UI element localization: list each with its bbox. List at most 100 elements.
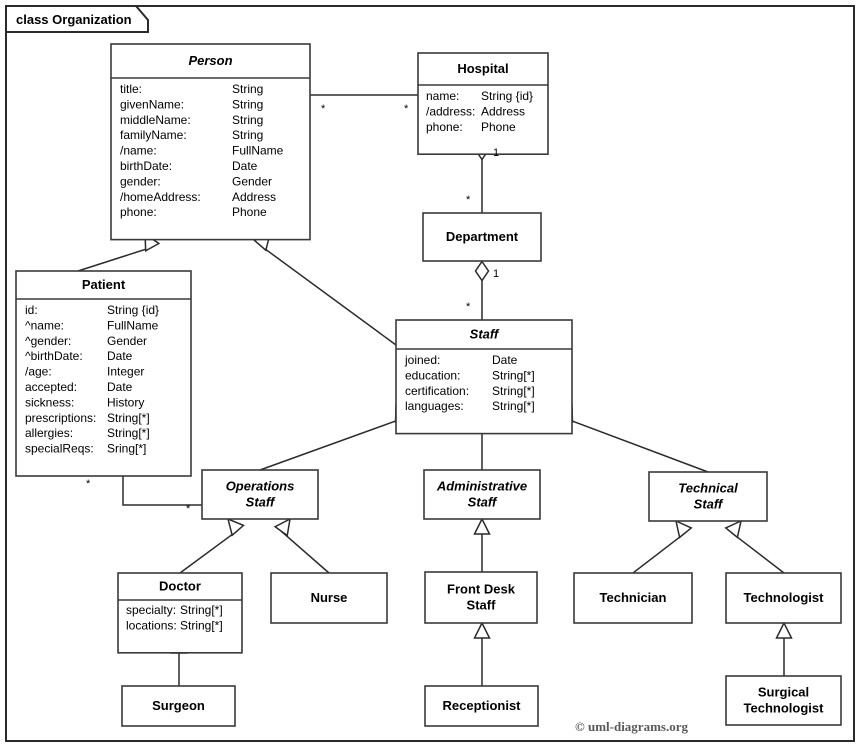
attribute-type: Date — [232, 159, 258, 173]
class-box-surgeon[interactable]: Surgeon — [121, 685, 236, 727]
copyright-notice: © uml-diagrams.org — [575, 719, 688, 734]
generalization-technician-technical[interactable] — [632, 516, 693, 574]
class-name: Staff — [470, 327, 500, 342]
attribute-name: accepted: — [25, 380, 77, 394]
attribute-name: /homeAddress: — [120, 190, 201, 204]
generalization-doctor-operations[interactable] — [179, 514, 245, 574]
generalization-line — [77, 246, 153, 272]
uml-class-diagram: class Organization Person title: String giv… — [0, 0, 860, 747]
attribute-name: phone: — [120, 205, 157, 219]
attribute-name: sickness: — [25, 395, 74, 409]
attribute-type: FullName — [232, 144, 284, 158]
attribute-type: String[*] — [107, 426, 150, 440]
class-box-technician[interactable]: Technician — [573, 572, 693, 624]
class-box-technologist[interactable]: Technologist — [725, 572, 842, 624]
attribute-name: id: — [25, 303, 38, 317]
attribute-type: String — [232, 113, 263, 127]
generalization-line — [259, 244, 397, 346]
generalization-frontdesk-administrative[interactable] — [473, 517, 491, 572]
class-name: Person — [188, 53, 232, 68]
generalization-line — [731, 532, 785, 574]
attribute-type: String[*] — [492, 384, 535, 398]
attribute-type: String {id} — [481, 89, 533, 103]
class-box-department[interactable]: Department — [422, 212, 542, 262]
attribute-name: joined: — [404, 353, 440, 367]
attribute-name: /name: — [120, 144, 157, 158]
class-box-staff[interactable]: Staff joined: Date education: String[*] certi… — [395, 319, 573, 435]
class-name: Technician — [600, 590, 667, 605]
class-name: Administrative — [436, 479, 527, 494]
class-name: Front Desk — [447, 582, 516, 597]
attribute-type: Phone — [232, 205, 267, 219]
multiplicity-label: 1 — [493, 268, 499, 280]
multiplicity-label: * — [466, 194, 471, 206]
multiplicity-label: 1 — [493, 147, 499, 159]
class-box-doctor[interactable]: Doctor specialty: String[*]locations: Strin… — [117, 572, 243, 654]
class-layer: Person title: String givenName: String middle… — [15, 43, 842, 727]
attribute-name: middleName: — [120, 113, 191, 127]
attribute-name: birthDate: — [120, 159, 172, 173]
class-name: Staff — [246, 495, 276, 510]
attribute-name: gender: — [120, 174, 161, 188]
class-box-receptionist[interactable]: Receptionist — [424, 685, 539, 727]
class-name: Department — [446, 229, 519, 244]
attribute-name: allergies: — [25, 426, 73, 440]
attribute-name: givenName: — [120, 97, 184, 111]
attribute-name: education: — [405, 368, 460, 382]
class-box-person[interactable]: Person title: String givenName: String middle… — [110, 43, 311, 241]
attribute-type: History — [107, 395, 144, 409]
generalization-arrow-icon — [473, 517, 491, 535]
attribute-name: languages: — [405, 399, 464, 413]
attribute-name: locations: — [126, 618, 177, 632]
attribute-type: Address — [232, 190, 276, 204]
class-name: Nurse — [311, 590, 348, 605]
attribute-name: specialReqs: — [25, 442, 94, 456]
class-box-hospital[interactable]: Hospital name: String {id} /address: Address… — [417, 52, 549, 155]
class-box-nurse[interactable]: Nurse — [270, 572, 388, 624]
generalization-staff-person[interactable] — [253, 229, 397, 346]
class-name: Technical — [678, 481, 738, 496]
attribute-type: Sring[*] — [107, 442, 146, 456]
class-name: Patient — [82, 277, 126, 292]
class-box-technical_staff[interactable]: TechnicalStaff — [648, 471, 768, 522]
generalization-nurse-operations[interactable] — [273, 515, 330, 574]
generalization-arrow-icon — [473, 621, 491, 639]
generalization-technologist-technical[interactable] — [724, 516, 785, 574]
class-name: Surgeon — [152, 698, 205, 713]
generalization-technical-staff[interactable] — [557, 402, 709, 473]
attribute-type: String — [232, 97, 263, 111]
multiplicity-label: * — [86, 478, 91, 490]
class-box-operations_staff[interactable]: OperationsStaff — [201, 469, 319, 520]
attribute-type: String[*] — [492, 399, 535, 413]
attribute-name: /age: — [25, 365, 52, 379]
attribute-type: String {id} — [107, 303, 159, 317]
attribute-type: String[*] — [492, 368, 535, 382]
attribute-type: Gender — [232, 174, 272, 188]
generalization-receptionist-frontdesk[interactable] — [473, 621, 491, 686]
attribute-name: certification: — [405, 384, 469, 398]
class-name: Technologist — [744, 701, 825, 716]
generalization-line — [280, 530, 330, 574]
attribute-type: String[*] — [180, 618, 223, 632]
generalization-operations-staff[interactable] — [259, 402, 411, 471]
attribute-name: specialty: — [126, 603, 176, 617]
attribute-type: Gender — [107, 334, 147, 348]
attribute-name: name: — [426, 89, 459, 103]
attribute-name: prescriptions: — [25, 411, 96, 425]
generalization-surgicaltech-technologist[interactable] — [775, 621, 793, 676]
association-department-staff[interactable] — [474, 260, 490, 320]
multiplicity-label: * — [186, 503, 191, 515]
attribute-type: Address — [481, 104, 525, 118]
attribute-type: String[*] — [107, 411, 150, 425]
class-box-patient[interactable]: Patient id: String {id} ^name: FullName ^gend… — [15, 270, 192, 477]
attribute-name: familyName: — [120, 128, 187, 142]
multiplicity-label: * — [466, 301, 471, 313]
diagram-canvas: class Organization Person title: String giv… — [5, 5, 855, 742]
class-name: Surgical — [758, 685, 809, 700]
class-box-front_desk_staff[interactable]: Front DeskStaff — [424, 571, 538, 624]
attribute-type: FullName — [107, 318, 159, 332]
class-box-administrative_staff[interactable]: AdministrativeStaff — [423, 469, 541, 520]
class-box-surgical_technologist[interactable]: SurgicalTechnologist — [725, 675, 842, 726]
generalization-line — [632, 532, 686, 574]
attribute-name: /address: — [426, 104, 475, 118]
